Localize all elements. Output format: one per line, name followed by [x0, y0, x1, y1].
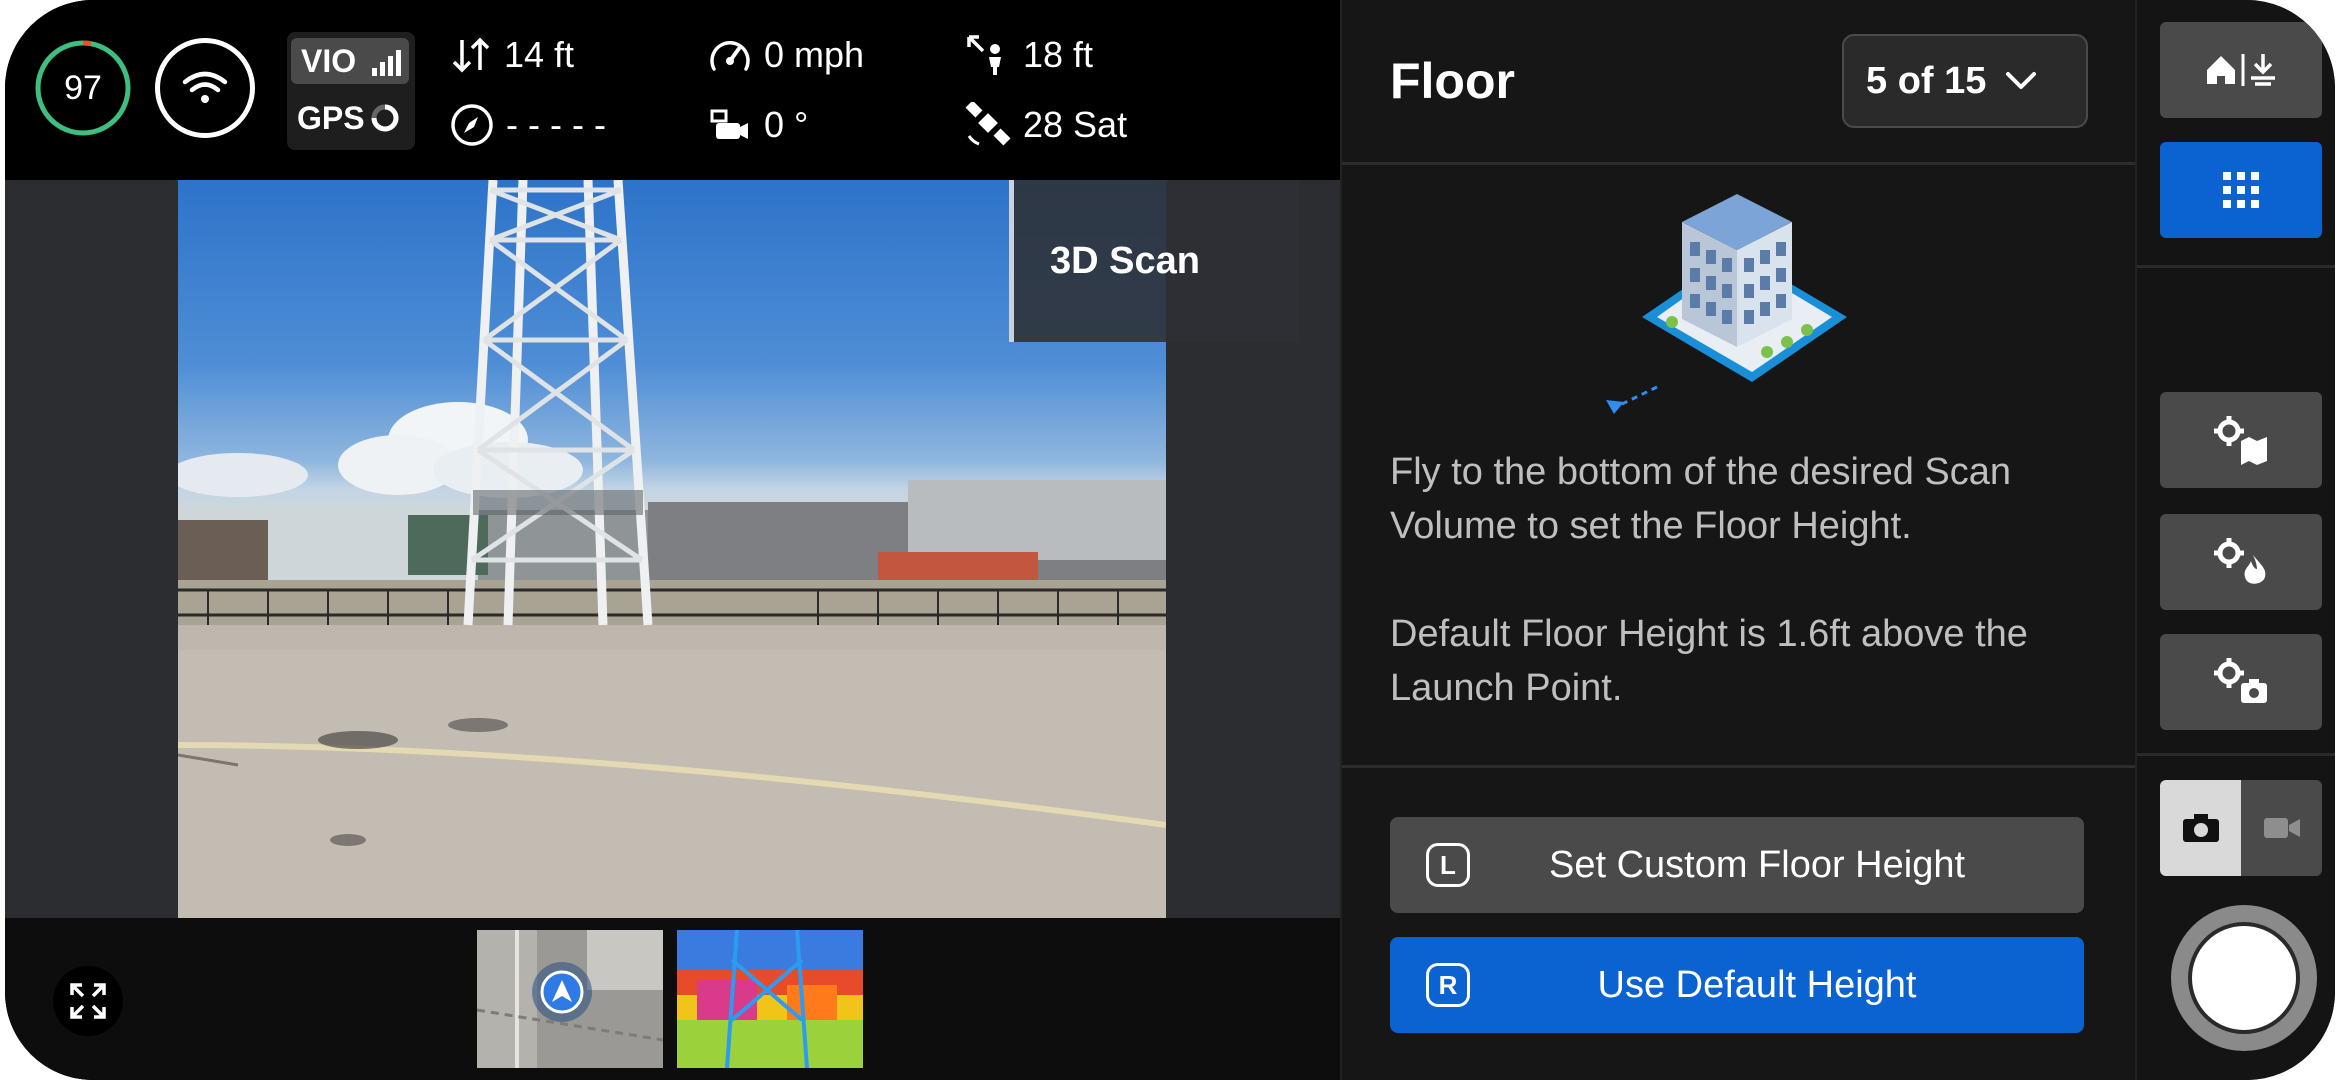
camera-icon [2182, 814, 2219, 842]
panel-title: Floor [1390, 53, 1515, 109]
satellite-readout: 28 Sat [965, 100, 1127, 150]
mission-grid-button[interactable] [2160, 142, 2322, 238]
altitude-arrows-icon [452, 37, 490, 73]
home-distance-icon [967, 35, 1001, 75]
battery-percent: 97 [64, 68, 102, 107]
telemetry-bar: 97 VIO GPS 14 ft - - - - - 0 mph 0 ° 18 … [5, 0, 1340, 180]
thermal-preview-image [677, 930, 863, 1068]
button-label: Use Default Height [1597, 963, 1917, 1006]
speed-readout: 0 mph [708, 30, 864, 80]
step-counter: 5 of 15 [1866, 59, 1987, 102]
panel-divider [1342, 765, 2137, 768]
shutter-inner [2188, 922, 2300, 1034]
gps-label: GPS [297, 100, 365, 136]
home-land-icon [2207, 54, 2275, 86]
speed-value: 0 mph [764, 34, 865, 75]
wifi-icon [182, 71, 228, 103]
return-home-land-button[interactable] [2160, 22, 2322, 118]
bottom-bar [5, 918, 1340, 1080]
panel-divider [1342, 162, 2137, 165]
flight-view: 97 VIO GPS 14 ft - - - - - 0 mph 0 ° 18 … [5, 0, 1340, 1080]
tool-rail [2135, 0, 2335, 1080]
satellite-icon [965, 102, 1011, 146]
app-window: 97 VIO GPS 14 ft - - - - - 0 mph 0 ° 18 … [5, 0, 2335, 1080]
l-key-icon: L [1426, 843, 1470, 887]
compass-icon [451, 104, 493, 146]
gimbal-readout: 0 ° [708, 100, 808, 150]
settings-map-icon [2214, 416, 2267, 465]
distance-readout: 18 ft [965, 30, 1093, 80]
signal-bars-icon [372, 50, 401, 76]
camera-settings-button[interactable] [2160, 634, 2322, 730]
settings-camera-icon [2214, 658, 2267, 703]
satellite-value: 28 Sat [1023, 104, 1128, 145]
video-area: 3D Scan [5, 180, 1340, 918]
chevron-down-icon [2006, 72, 2037, 89]
grid-icon [2223, 172, 2259, 208]
video-mode-button[interactable] [2241, 780, 2322, 876]
connection-indicator[interactable] [155, 38, 255, 138]
map-settings-button[interactable] [2160, 392, 2322, 488]
expand-icon [70, 983, 106, 1019]
capture-mode-toggle [2160, 780, 2322, 876]
floor-panel: Floor 5 of 15 Fly to the bottom of the d… [1340, 0, 2137, 1080]
instruction-text: Fly to the bottom of the desired Scan Vo… [1390, 451, 2012, 547]
positioning-status[interactable]: VIO GPS [287, 32, 415, 150]
fullscreen-button[interactable] [53, 966, 123, 1036]
building-floor-illustration [1606, 194, 1847, 414]
thermal-settings-button[interactable] [2160, 514, 2322, 610]
rail-divider [2137, 753, 2335, 756]
r-key-icon: R [1426, 963, 1470, 1007]
distance-value: 18 ft [1023, 34, 1094, 75]
map-preview-image [477, 930, 663, 1068]
speedometer-icon [710, 41, 750, 71]
heading-value: - - - - - [506, 104, 606, 145]
default-height-note: Default Floor Height is 1.6ft above the … [1390, 613, 2028, 709]
altitude-readout: 14 ft [450, 30, 574, 80]
button-label: Set Custom Floor Height [1548, 843, 1966, 886]
map-thumbnail[interactable] [477, 930, 663, 1068]
gimbal-camera-icon [710, 109, 748, 139]
settings-thermal-icon [2214, 538, 2266, 584]
vio-chip: VIO [291, 38, 409, 84]
thermal-thumbnail[interactable] [677, 930, 863, 1068]
heading-readout: - - - - - [450, 100, 606, 150]
gps-loading-icon [371, 104, 399, 132]
photo-mode-button[interactable] [2160, 780, 2241, 876]
gimbal-value: 0 ° [764, 104, 809, 145]
mission-label: 3D Scan [1050, 239, 1200, 282]
video-camera-icon [2263, 818, 2300, 838]
battery-indicator[interactable]: 97 [33, 38, 133, 138]
vio-label: VIO [301, 43, 357, 79]
altitude-value: 14 ft [504, 34, 575, 75]
step-dropdown[interactable]: 5 of 15 [1842, 34, 2088, 128]
use-default-height-button[interactable]: R Use Default Height [1390, 937, 2084, 1033]
shutter-button[interactable] [2171, 905, 2317, 1051]
set-custom-floor-height-button[interactable]: L Set Custom Floor Height [1390, 817, 2084, 913]
mission-banner: 3D Scan [1009, 180, 1299, 342]
rail-divider [2137, 265, 2335, 268]
